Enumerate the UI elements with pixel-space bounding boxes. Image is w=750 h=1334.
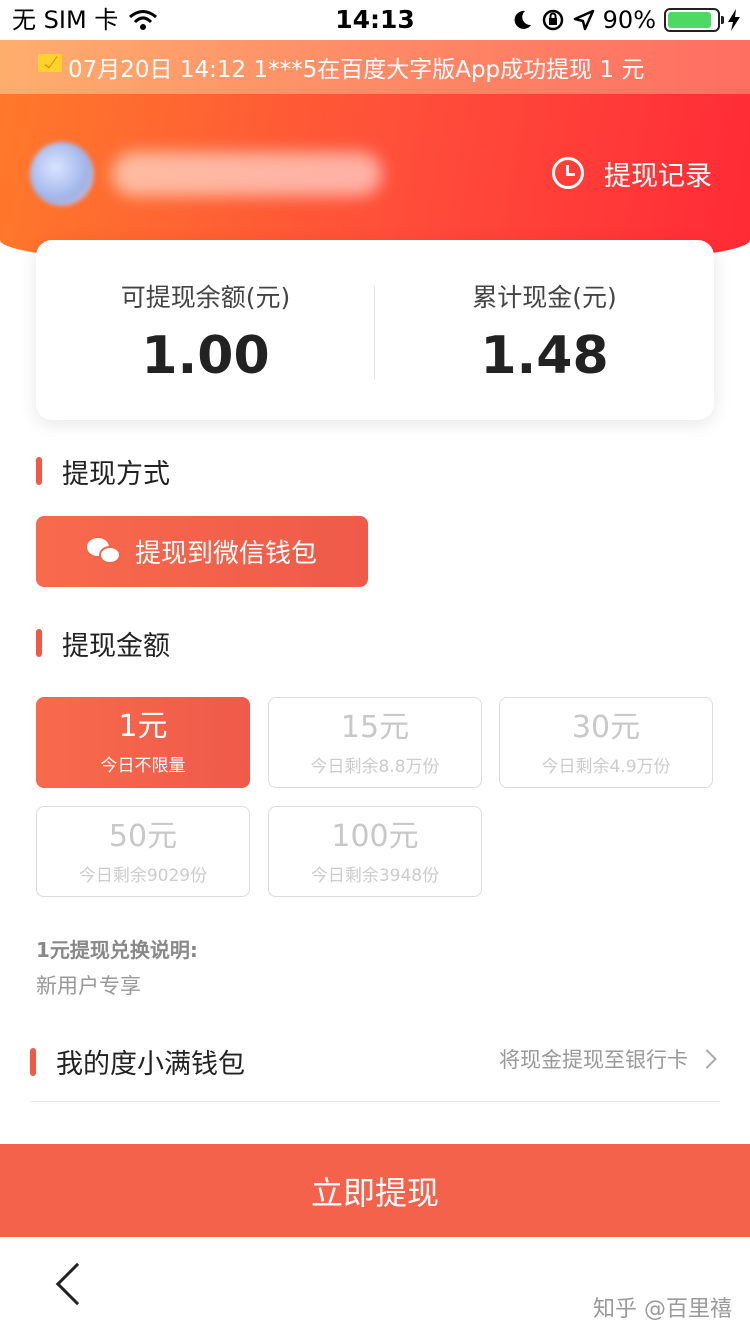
wallet-title-text: 我的度小满钱包 <box>56 1049 245 1080</box>
amount-option-30[interactable]: 30元 今日剩余4.9万份 <box>499 697 713 788</box>
amount-remaining: 今日剩余4.9万份 <box>541 757 671 777</box>
section-marker <box>36 457 42 485</box>
avatar <box>30 142 94 206</box>
withdraw-now-label: 立即提现 <box>310 1173 439 1212</box>
wallet-row[interactable]: 我的度小满钱包 将现金提现至银行卡 <box>30 1030 720 1102</box>
amount-option-50[interactable]: 50元 今日剩余9029份 <box>36 806 250 897</box>
section-marker <box>36 629 42 657</box>
history-label: 提现记录 <box>604 160 712 192</box>
amount-option-15[interactable]: 15元 今日剩余8.8万份 <box>268 697 482 788</box>
chevron-right-icon <box>697 1049 717 1069</box>
carrier-label: 无 SIM 卡 <box>12 6 119 34</box>
explain-title: 1元提现兑换说明: <box>36 938 198 962</box>
wechat-wallet-button[interactable]: 提现到微信钱包 <box>36 516 368 587</box>
method-title-text: 提现方式 <box>62 458 170 490</box>
amount-option-100[interactable]: 100元 今日剩余3948份 <box>268 806 482 897</box>
wechat-wallet-label: 提现到微信钱包 <box>134 539 317 569</box>
total-cash: 累计现金(元) 1.48 <box>375 240 714 420</box>
status-bar: 无 SIM 卡 14:13 90% <box>0 0 750 40</box>
amount-value: 50元 <box>108 819 178 854</box>
withdrawable-label: 可提现余额(元) <box>120 283 291 312</box>
withdraw-now-button[interactable]: 立即提现 <box>0 1144 750 1237</box>
clock-icon <box>552 157 584 189</box>
total-cash-value: 1.48 <box>480 326 609 386</box>
balance-divider <box>374 286 375 380</box>
bank-card-link[interactable]: 将现金提现至银行卡 <box>499 1044 717 1074</box>
amount-option-1[interactable]: 1元 今日不限量 <box>36 697 250 788</box>
user-profile <box>30 142 382 206</box>
withdrawable-balance: 可提现余额(元) 1.00 <box>36 240 375 420</box>
bank-card-link-text: 将现金提现至银行卡 <box>499 1048 688 1072</box>
battery-icon <box>664 8 724 32</box>
amount-value: 1元 <box>118 709 168 744</box>
withdraw-ticker: 07月20日 14:12 1***5在百度大字版App成功提现 1 元 <box>0 40 750 94</box>
total-cash-label: 累计现金(元) <box>472 283 617 312</box>
amount-value: 15元 <box>340 710 410 745</box>
moon-icon <box>514 10 531 29</box>
back-icon[interactable] <box>55 1262 99 1306</box>
balance-card: 可提现余额(元) 1.00 累计现金(元) 1.48 <box>36 240 714 420</box>
method-section-title: 提现方式 <box>36 456 170 490</box>
bottom-toolbar: 知乎 @百里禧 <box>0 1237 750 1334</box>
amount-remaining: 今日剩余9029份 <box>78 866 208 886</box>
amount-value: 30元 <box>571 710 641 745</box>
wifi-icon <box>129 10 158 30</box>
wallet-title: 我的度小满钱包 <box>30 1042 245 1081</box>
watermark: 知乎 @百里禧 <box>593 1297 732 1322</box>
battery-percent: 90% <box>602 6 656 34</box>
charging-icon <box>728 9 740 31</box>
location-icon <box>573 9 594 31</box>
withdrawable-value: 1.00 <box>141 326 270 386</box>
withdraw-history-link[interactable]: 提现记录 <box>552 150 712 196</box>
mail-icon <box>38 54 62 72</box>
amount-value: 100元 <box>331 819 419 854</box>
amount-remaining: 今日剩余8.8万份 <box>310 757 440 777</box>
amount-title-text: 提现金额 <box>62 630 170 662</box>
amount-remaining: 今日剩余3948份 <box>310 866 440 886</box>
ticker-message: 07月20日 14:12 1***5在百度大字版App成功提现 1 元 <box>68 57 645 83</box>
explain-text: 新用户专享 <box>36 974 141 998</box>
orientation-lock-icon <box>542 9 563 31</box>
section-marker <box>30 1047 36 1076</box>
amount-section-title: 提现金额 <box>36 628 170 662</box>
user-name-redacted <box>112 152 382 196</box>
amount-remaining: 今日不限量 <box>100 756 186 776</box>
wechat-icon <box>86 537 121 566</box>
